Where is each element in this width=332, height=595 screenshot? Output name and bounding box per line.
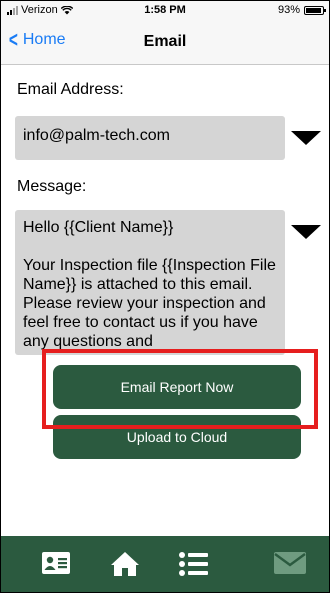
home-icon: [111, 552, 139, 576]
app-screen: Verizon 1:58 PM 93% < Home Email Email A…: [0, 0, 330, 593]
battery-icon: [304, 5, 326, 15]
tab-contacts[interactable]: [41, 550, 71, 581]
email-address-field[interactable]: info@palm-tech.com: [15, 116, 285, 160]
navigation-bar: < Home Email: [1, 21, 329, 65]
email-dropdown-icon[interactable]: [291, 131, 321, 145]
battery-percent: 93%: [277, 4, 300, 16]
tab-mail[interactable]: [273, 550, 307, 581]
email-address-value: info@palm-tech.com: [23, 127, 170, 144]
page-title: Email: [143, 33, 187, 50]
list-icon: [179, 552, 208, 576]
message-greeting: Hello {{Client Name}}: [23, 219, 174, 236]
battery-indicator: 93%: [277, 4, 326, 16]
message-field[interactable]: Hello {{Client Name}} Your Inspection fi…: [15, 210, 285, 355]
email-report-now-button[interactable]: Email Report Now: [53, 365, 301, 409]
mail-icon: [274, 552, 306, 574]
email-address-label: Email Address:: [17, 81, 124, 98]
tab-list[interactable]: [178, 550, 210, 583]
message-dropdown-icon[interactable]: [291, 225, 321, 239]
upload-to-cloud-button[interactable]: Upload to Cloud: [53, 415, 301, 459]
status-bar: Verizon 1:58 PM 93%: [1, 1, 329, 21]
bottom-tab-bar: [1, 536, 329, 592]
message-body: Your Inspection file {{Inspection File N…: [23, 257, 276, 350]
contact-card-icon: [42, 552, 70, 574]
tab-home[interactable]: [109, 550, 141, 583]
message-label: Message:: [17, 178, 87, 195]
